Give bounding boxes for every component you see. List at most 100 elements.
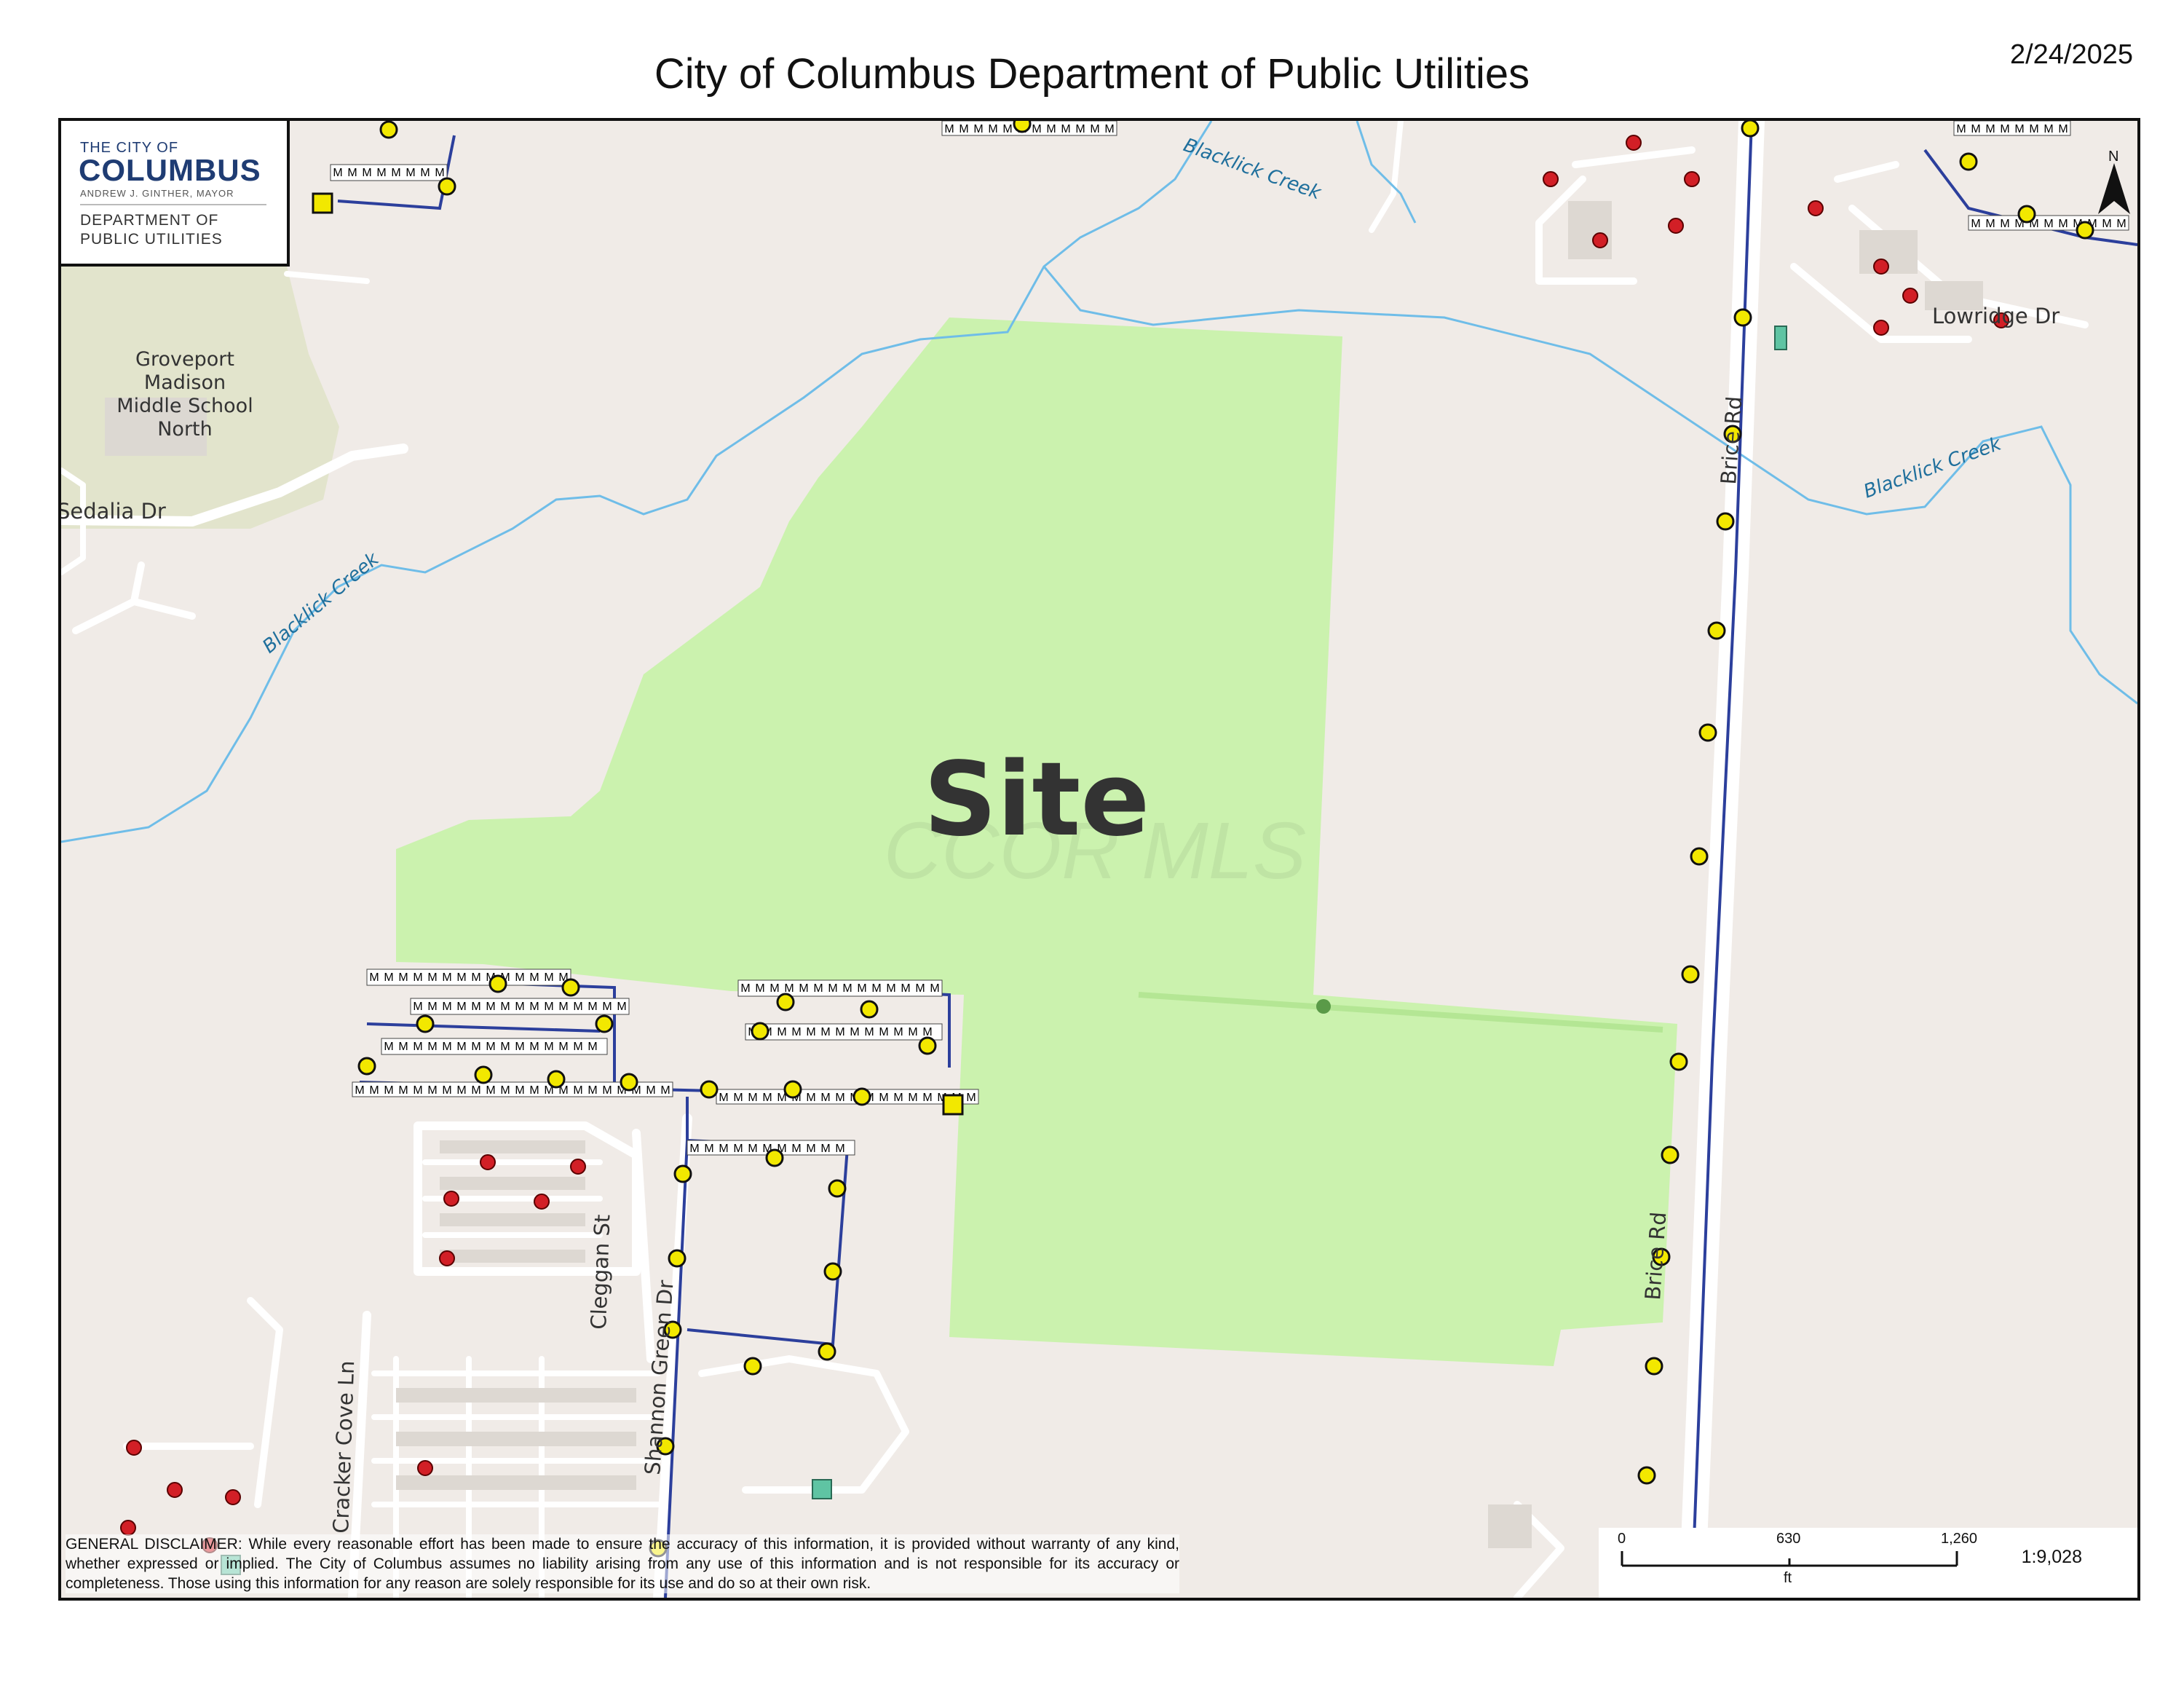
- meter-letter: M: [413, 1001, 422, 1013]
- meter-letter: M: [973, 123, 983, 135]
- meter-letter: M: [719, 1143, 728, 1155]
- meter-letter: M: [901, 982, 910, 995]
- meter-letter: M: [1002, 123, 1012, 135]
- meter-letter: M: [398, 1084, 408, 1097]
- meter-letter: M: [529, 1001, 539, 1013]
- meter-letter: M: [755, 982, 764, 995]
- meter-letter: M: [442, 971, 451, 984]
- meter-letter: M: [617, 1001, 626, 1013]
- meter-letter: M: [427, 1001, 437, 1013]
- meter-letter: M: [1971, 123, 1980, 135]
- school-building: [105, 398, 207, 456]
- meter-letter: M: [544, 971, 553, 984]
- meter-letter: M: [413, 1084, 422, 1097]
- meter-letter: M: [646, 1084, 655, 1097]
- site-parcel[interactable]: [396, 318, 1677, 1366]
- meter-letter: M: [362, 167, 371, 179]
- meter-letter: M: [2102, 218, 2111, 230]
- meter-letter: M: [806, 1026, 815, 1038]
- meter-letter: M: [573, 1084, 582, 1097]
- meter-letter: M: [886, 982, 895, 995]
- map-canvas: MMMMMMMMMMMMMM MMMMMMMMMMMMMMM MMMMMMMMM…: [61, 121, 2137, 1598]
- meter-letter: M: [587, 1084, 597, 1097]
- meter-letter: M: [384, 1041, 393, 1053]
- meter-letter: M: [486, 1001, 495, 1013]
- meter-letter: M: [558, 1001, 568, 1013]
- meter-letter: M: [435, 167, 444, 179]
- scale-unit: ft: [1784, 1570, 1792, 1586]
- west-streets: [72, 561, 196, 634]
- logo-divider: [80, 204, 266, 205]
- meter-letter: M: [828, 982, 837, 995]
- meter-letter: M: [835, 1092, 844, 1104]
- meter-letter: M: [689, 1143, 699, 1155]
- meter-letter: M: [405, 167, 415, 179]
- meter-letter: M: [922, 1092, 932, 1104]
- meter-letter: M: [471, 1084, 480, 1097]
- columbus-logo: THE CITY OF COLUMBUS ANDREW J. GINTHER, …: [61, 121, 290, 267]
- meter-letter: M: [486, 1084, 495, 1097]
- meter-letter: M: [602, 1084, 612, 1097]
- meter-letter: M: [893, 1026, 903, 1038]
- meter-letter: M: [704, 1143, 713, 1155]
- meter-letter: M: [398, 971, 408, 984]
- meter-letter: M: [369, 1084, 379, 1097]
- meter-letter: M: [486, 1041, 495, 1053]
- meter-letter: M: [2000, 123, 2009, 135]
- meter-letter: M: [544, 1041, 553, 1053]
- map-frame[interactable]: MMMMMMMMMMMMMM MMMMMMMMMMMMMMM MMMMMMMMM…: [58, 118, 2140, 1601]
- meter-letter: M: [413, 971, 422, 984]
- meter-letter: M: [384, 1084, 393, 1097]
- meter-letter: M: [391, 167, 400, 179]
- meter-letter: M: [456, 1001, 466, 1013]
- meter-letter: M: [2000, 218, 2009, 230]
- scale-ratio: 1:9,028: [2021, 1547, 2082, 1567]
- logo-line-2: COLUMBUS: [79, 153, 261, 187]
- meter-letter: M: [719, 1092, 728, 1104]
- meter-letter: M: [762, 1092, 772, 1104]
- meter-letter: M: [930, 982, 939, 995]
- meter-letter: M: [427, 971, 437, 984]
- meter-letter: M: [1032, 123, 1041, 135]
- meter-letter: M: [515, 1041, 524, 1053]
- meter-letter: M: [1075, 123, 1085, 135]
- meter-letter: M: [2043, 123, 2053, 135]
- meter-letter: M: [500, 1084, 510, 1097]
- north-arrow: N: [2098, 149, 2130, 214]
- meter-letter: M: [529, 971, 539, 984]
- meter-letter: M: [835, 1143, 844, 1155]
- meter-letter: M: [471, 1041, 480, 1053]
- meter-letter: M: [915, 982, 925, 995]
- meter-letter: M: [369, 971, 379, 984]
- meter-letter: M: [471, 971, 480, 984]
- meter-letter: M: [456, 1084, 466, 1097]
- meter-letter: M: [842, 982, 852, 995]
- meter-letter: M: [2029, 123, 2038, 135]
- meter-letter: M: [2058, 123, 2068, 135]
- meter-letter: M: [733, 1143, 743, 1155]
- map-date: 2/24/2025: [2009, 39, 2133, 70]
- meter-letter: M: [879, 1092, 888, 1104]
- meter-letter: M: [1985, 123, 1995, 135]
- meter-letter: M: [456, 1041, 466, 1053]
- meter-letter: M: [376, 167, 386, 179]
- meter-letter: M: [966, 1092, 976, 1104]
- meter-letter: M: [398, 1041, 408, 1053]
- meter-letter: M: [2014, 123, 2024, 135]
- meter-letter: M: [813, 982, 823, 995]
- meter-letter: M: [544, 1001, 553, 1013]
- meter-letter: M: [799, 982, 808, 995]
- meter-letter: M: [660, 1084, 670, 1097]
- meter-letter: M: [1956, 123, 1966, 135]
- meter-letter: M: [893, 1092, 903, 1104]
- meter-letter: M: [944, 123, 954, 135]
- meter-letter: M: [777, 1026, 786, 1038]
- meter-letter: M: [908, 1092, 917, 1104]
- meter-letter: M: [2116, 218, 2126, 230]
- scale-tick-2: 1,260: [1941, 1531, 1978, 1547]
- meter-letter: M: [442, 1041, 451, 1053]
- shannon-green-drive: [653, 1113, 692, 1598]
- map-title: City of Columbus Department of Public Ut…: [654, 50, 1530, 98]
- meter-letter: M: [791, 1026, 801, 1038]
- general-disclaimer: GENERAL DISCLAIMER: While every reasonab…: [66, 1534, 1179, 1593]
